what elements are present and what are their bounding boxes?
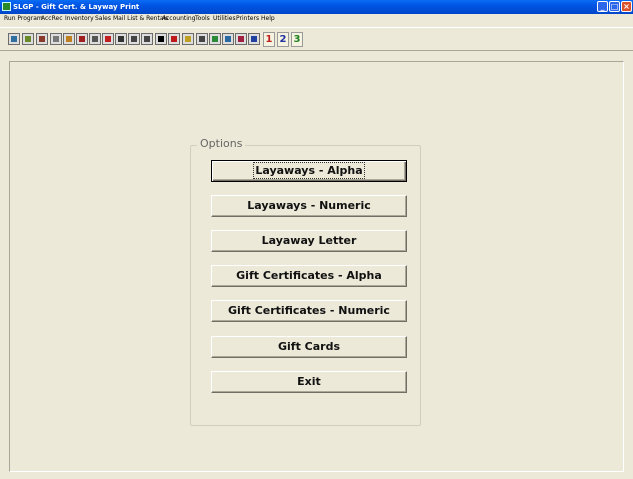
gift-certificates-alpha-button[interactable]: Gift Certificates - Alpha [211,265,407,287]
toolbar-button-2[interactable]: 2 [277,32,289,47]
close-button[interactable]: × [621,1,632,12]
window-title: SLGP - Gift Cert. & Layway Print [13,3,140,11]
scissors-icon[interactable] [128,33,140,45]
menu-inventory[interactable]: Inventory [65,14,94,24]
barcode-icon[interactable] [155,33,167,45]
toolbar-button-1[interactable]: 1 [263,32,275,47]
calculator-icon[interactable] [50,33,62,45]
menu-accounting[interactable]: Accounting [162,14,196,24]
menu-mail-list-rentals[interactable]: Mail List & Rentals [113,14,168,24]
gift-certificates-numeric-button[interactable]: Gift Certificates - Numeric [211,300,407,322]
stop-icon[interactable] [168,33,180,45]
percent-icon[interactable] [235,33,247,45]
layaways-alpha-button[interactable]: Layaways - Alpha [211,160,407,182]
toolbar-button-3[interactable]: 3 [291,32,303,47]
calendar-icon[interactable] [76,33,88,45]
menu-run-program[interactable]: Run Program [4,14,43,24]
chart-icon[interactable] [209,33,221,45]
title-bar[interactable]: SLGP - Gift Cert. & Layway Print _ □ × [0,0,633,14]
edit-icon[interactable] [22,33,34,45]
app-icon [2,2,11,11]
printer-icon[interactable] [36,33,48,45]
layaway-letter-button[interactable]: Layaway Letter [211,230,407,252]
menu-accrec[interactable]: AccRec [41,14,63,24]
gear-icon[interactable] [89,33,101,45]
menu-sales[interactable]: Sales [95,14,111,24]
monitor-icon[interactable] [8,33,20,45]
maximize-button[interactable]: □ [609,1,620,12]
toolbar: 1 2 3 [0,27,633,51]
fax-icon[interactable] [196,33,208,45]
picture-icon[interactable] [222,33,234,45]
binoculars-icon[interactable] [115,33,127,45]
menu-bar: Run Program AccRec Inventory Sales Mail … [0,14,633,24]
menu-help[interactable]: Help [261,14,275,24]
layaways-numeric-button[interactable]: Layaways - Numeric [211,195,407,217]
spelling-icon[interactable] [141,33,153,45]
gift-cards-button[interactable]: Gift Cards [211,336,407,358]
options-legend: Options [197,137,246,151]
menu-tools[interactable]: Tools [195,14,210,24]
clock-icon[interactable] [63,33,75,45]
globe-icon[interactable] [248,33,260,45]
exit-button[interactable]: Exit [211,371,407,393]
pencil-icon[interactable] [102,33,114,45]
lock-icon[interactable] [182,33,194,45]
minimize-button[interactable]: _ [597,1,608,12]
menu-printers[interactable]: Printers [236,14,259,24]
menu-utilities[interactable]: Utilities [213,14,236,24]
